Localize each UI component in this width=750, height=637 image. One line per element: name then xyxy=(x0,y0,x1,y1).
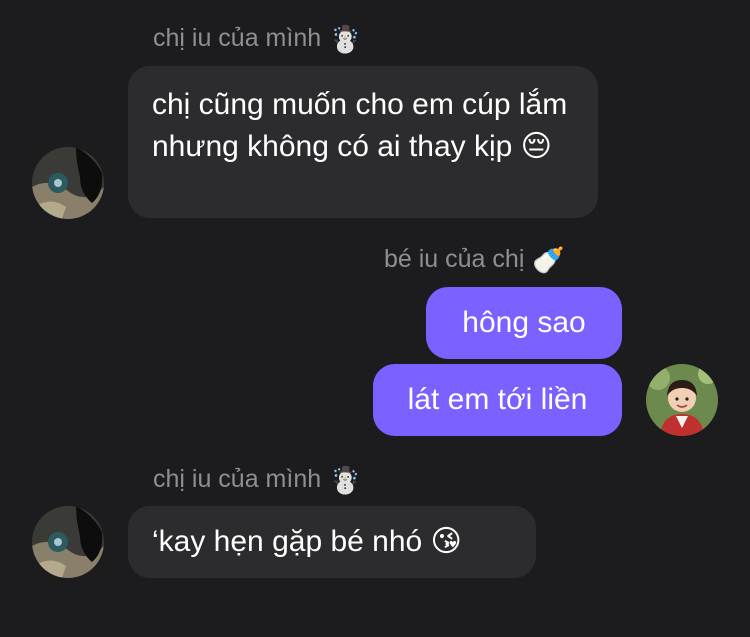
outgoing-message-bubble[interactable]: hông sao xyxy=(426,287,622,359)
snowman-icon: ☃️ xyxy=(329,23,362,54)
incoming-message-bubble[interactable]: chị cũng muốn cho em cúp lắm nhưng không… xyxy=(128,66,598,218)
sender-name-label: chị iu của mình xyxy=(153,465,322,493)
snowman-icon: ☃️ xyxy=(329,464,362,495)
sender-name-contact: chị iu của mình ☃️ xyxy=(153,465,362,494)
baby-bottle-icon: 🍼 xyxy=(532,244,565,275)
sender-name-label: bé iu của chị xyxy=(384,245,525,273)
sender-name-contact: chị iu của mình ☃️ xyxy=(153,24,362,53)
contact-avatar[interactable] xyxy=(32,147,104,219)
incoming-message-bubble[interactable]: ‘kay hẹn gặp bé nhó 😘 xyxy=(128,506,536,578)
outgoing-message-bubble[interactable]: lát em tới liền xyxy=(373,364,622,436)
message-text: lát em tới liền xyxy=(407,383,588,416)
contact-avatar[interactable] xyxy=(32,506,104,578)
contact-avatar-photo xyxy=(32,147,104,219)
self-avatar-photo xyxy=(646,364,718,436)
chat-thread: chị iu của mình ☃️ chị cũng muốn cho em … xyxy=(0,0,750,637)
message-text: ‘kay hẹn gặp bé nhó 😘 xyxy=(152,525,462,558)
sender-name-label: chị iu của mình xyxy=(153,24,322,52)
contact-avatar-photo xyxy=(32,506,104,578)
message-text: hông sao xyxy=(462,306,586,339)
message-text: chị cũng muốn cho em cúp lắm nhưng không… xyxy=(152,88,568,163)
sender-name-self: bé iu của chị 🍼 xyxy=(384,245,565,274)
self-avatar[interactable] xyxy=(646,364,718,436)
